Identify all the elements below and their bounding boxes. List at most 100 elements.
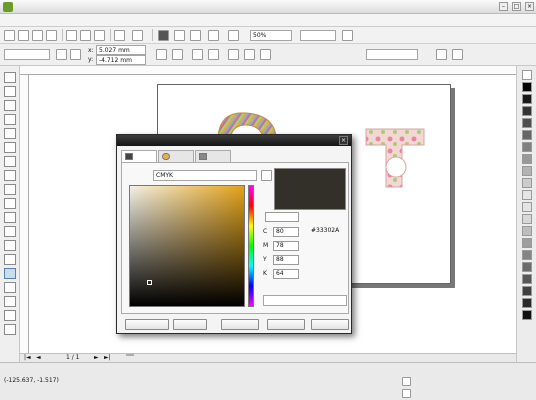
first-page-icon[interactable]: |◄ xyxy=(24,354,31,362)
snap-to-select[interactable] xyxy=(300,30,336,41)
eyedropper-icon[interactable] xyxy=(261,170,272,181)
zoom-tool[interactable] xyxy=(4,114,16,125)
tab-models[interactable] xyxy=(121,150,157,162)
tab-palettes[interactable] xyxy=(195,150,231,162)
palette-swatch[interactable] xyxy=(522,214,532,224)
new-icon[interactable] xyxy=(4,30,15,41)
cancel-button[interactable] xyxy=(267,319,305,330)
palette-none-swatch[interactable] xyxy=(522,70,532,80)
app-launcher-icon[interactable] xyxy=(228,30,239,41)
open-icon[interactable] xyxy=(18,30,29,41)
palette-swatch[interactable] xyxy=(522,142,532,152)
palette-swatch[interactable] xyxy=(522,154,532,164)
mirror-icon[interactable] xyxy=(244,49,255,60)
add-to-palette-button[interactable] xyxy=(125,319,169,330)
palette-swatch[interactable] xyxy=(522,286,532,296)
tab-mixers[interactable] xyxy=(158,150,194,162)
smart-fill-tool[interactable] xyxy=(4,142,16,153)
search-content-icon[interactable] xyxy=(158,30,169,41)
horizontal-ruler[interactable] xyxy=(20,66,516,75)
black-field[interactable]: 64 xyxy=(273,269,299,279)
hex-dummy-field[interactable] xyxy=(265,212,299,222)
palette-swatch[interactable] xyxy=(522,106,532,116)
ellipse-tool[interactable] xyxy=(4,170,16,181)
last-page-icon[interactable]: ►| xyxy=(104,354,111,362)
polygon-tool[interactable] xyxy=(4,184,16,195)
paste-icon[interactable] xyxy=(94,30,105,41)
palette-swatch[interactable] xyxy=(522,166,532,176)
palette-swatch[interactable] xyxy=(522,178,532,188)
redo-icon[interactable] xyxy=(132,30,143,41)
hex-value[interactable]: #33302A xyxy=(311,227,339,235)
palette-swatch[interactable] xyxy=(522,250,532,260)
units-select[interactable] xyxy=(366,49,418,60)
outline-tool[interactable] xyxy=(4,296,16,307)
landscape-icon[interactable] xyxy=(172,49,183,60)
shape-tool[interactable] xyxy=(4,86,16,97)
export-icon[interactable] xyxy=(190,30,201,41)
nudge-icon[interactable] xyxy=(260,49,271,60)
table-tool[interactable] xyxy=(4,226,16,237)
basic-shapes-tool[interactable] xyxy=(4,198,16,209)
model-select[interactable]: CMYK xyxy=(153,170,257,181)
palette-swatch[interactable] xyxy=(522,298,532,308)
print-icon[interactable] xyxy=(46,30,57,41)
options-icon[interactable] xyxy=(342,30,353,41)
help-button[interactable] xyxy=(311,319,349,330)
palette-swatch[interactable] xyxy=(522,238,532,248)
interactive-mesh-tool[interactable] xyxy=(4,324,16,335)
cyan-field[interactable]: 80 xyxy=(273,227,299,237)
all-pages-icon[interactable] xyxy=(192,49,203,60)
palette-swatch[interactable] xyxy=(522,262,532,272)
add-icon[interactable] xyxy=(56,49,67,60)
fill-tool[interactable] xyxy=(4,310,16,321)
color-name-select[interactable] xyxy=(263,295,347,306)
outline-swatch-icon[interactable] xyxy=(402,389,411,398)
color-picker-marker[interactable] xyxy=(147,280,152,285)
connector-tool[interactable] xyxy=(4,254,16,265)
duplicate-icon[interactable] xyxy=(228,49,239,60)
floral-letter-artwork[interactable] xyxy=(362,123,432,195)
duplicate-distance-icon[interactable] xyxy=(452,49,463,60)
page-size-select[interactable] xyxy=(4,49,50,60)
minus-icon[interactable] xyxy=(70,49,81,60)
y-position-field[interactable]: -4.712 mm xyxy=(96,55,146,65)
vertical-ruler[interactable] xyxy=(20,75,29,353)
palette-swatch[interactable] xyxy=(522,118,532,128)
pick-tool[interactable] xyxy=(4,72,16,83)
maximize-button[interactable]: □ xyxy=(512,2,521,11)
copy-icon[interactable] xyxy=(80,30,91,41)
cut-icon[interactable] xyxy=(66,30,77,41)
ok-button[interactable] xyxy=(221,319,259,330)
rectangle-tool[interactable] xyxy=(4,156,16,167)
close-window-button[interactable]: × xyxy=(525,2,534,11)
yellow-field[interactable]: 88 xyxy=(273,255,299,265)
color-field[interactable] xyxy=(129,185,245,307)
crop-tool[interactable] xyxy=(4,100,16,111)
prev-page-icon[interactable]: ◄ xyxy=(36,354,41,362)
palette-swatch[interactable] xyxy=(522,82,532,92)
undo-icon[interactable] xyxy=(114,30,125,41)
snap-settings-icon[interactable] xyxy=(436,49,447,60)
palette-swatch[interactable] xyxy=(522,274,532,284)
options-button[interactable] xyxy=(173,319,207,330)
fill-swatch-icon[interactable] xyxy=(402,377,411,386)
text-tool[interactable] xyxy=(4,212,16,223)
dialog-close-icon[interactable]: × xyxy=(339,136,348,145)
dimension-tool[interactable] xyxy=(4,240,16,251)
minimize-button[interactable]: – xyxy=(499,2,508,11)
next-page-icon[interactable]: ► xyxy=(94,354,99,362)
zoom-select[interactable]: 50% xyxy=(250,30,292,41)
interactive-fill-tool[interactable] xyxy=(4,268,16,279)
page-tab[interactable] xyxy=(126,354,134,356)
palette-swatch[interactable] xyxy=(522,130,532,140)
portrait-icon[interactable] xyxy=(156,49,167,60)
eyedropper-tool[interactable] xyxy=(4,282,16,293)
palette-swatch[interactable] xyxy=(522,310,532,320)
palette-swatch[interactable] xyxy=(522,190,532,200)
current-page-icon[interactable] xyxy=(208,49,219,60)
save-icon[interactable] xyxy=(32,30,43,41)
import-icon[interactable] xyxy=(174,30,185,41)
x-position-field[interactable]: 5.027 mm xyxy=(96,45,146,55)
magenta-field[interactable]: 78 xyxy=(273,241,299,251)
